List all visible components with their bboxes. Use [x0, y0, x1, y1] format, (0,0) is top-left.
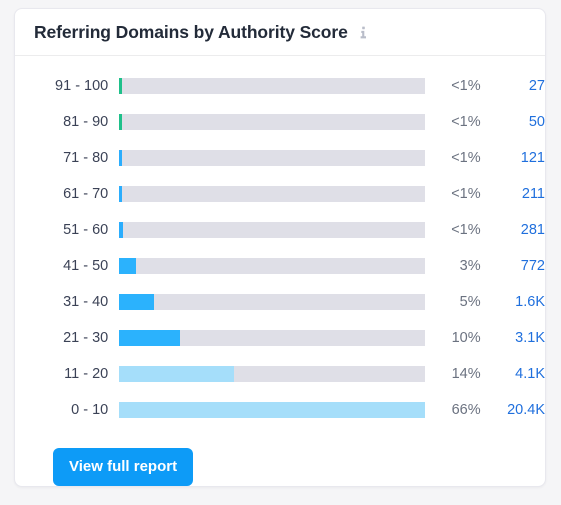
bar-fill [119, 366, 234, 382]
authority-range-label: 21 - 30 [63, 330, 109, 346]
share-percent-label: <1% [451, 78, 481, 94]
authority-range-label: 51 - 60 [63, 222, 109, 238]
domain-count-link[interactable]: 211 [490, 186, 545, 202]
domain-count-link[interactable]: 121 [490, 150, 545, 166]
authority-range-label: 91 - 100 [55, 78, 109, 94]
view-full-report-button[interactable]: View full report [53, 448, 194, 486]
authority-range-label: 11 - 20 [64, 366, 109, 382]
bar-track [119, 402, 425, 418]
share-percent-label: 5% [459, 294, 481, 310]
bar-fill [119, 258, 137, 274]
bar-track [119, 150, 425, 166]
bar-fill [119, 402, 425, 418]
chart-row: 71 - 80 <1% 121 [15, 140, 545, 176]
bar-track [119, 330, 425, 346]
authority-range-label: 61 - 70 [63, 186, 109, 202]
bar-track [119, 294, 425, 310]
page-title: Referring Domains by Authority Score [34, 21, 348, 42]
share-percent-label: <1% [451, 222, 481, 238]
authority-range-label: 41 - 50 [63, 258, 109, 274]
share-percent-label: 10% [451, 330, 481, 346]
chart-row: 21 - 30 10% 3.1K [15, 320, 545, 356]
domain-count-link[interactable]: 20.4K [490, 402, 545, 418]
share-percent-label: 14% [451, 366, 481, 382]
share-percent-label: 3% [459, 258, 481, 274]
bar-fill [119, 78, 123, 94]
authority-score-bar-chart: 91 - 100 <1% 27 81 - 90 <1% 50 71 - 80 <1% 121 61… [15, 56, 545, 428]
authority-range-label: 81 - 90 [63, 114, 109, 130]
domain-count-link[interactable]: 50 [490, 114, 545, 130]
card-footer: View full report [15, 428, 545, 486]
share-percent-label: <1% [451, 114, 481, 130]
authority-range-label: 0 - 10 [71, 402, 109, 418]
info-icon[interactable] [357, 25, 371, 39]
chart-row: 11 - 20 14% 4.1K [15, 356, 545, 392]
chart-row: 81 - 90 <1% 50 [15, 104, 545, 140]
bar-track [119, 114, 425, 130]
bar-fill [119, 294, 155, 310]
domain-count-link[interactable]: 772 [490, 258, 545, 274]
bar-fill [119, 114, 123, 130]
domain-count-link[interactable]: 27 [490, 78, 545, 94]
domain-count-link[interactable]: 4.1K [490, 366, 545, 382]
chart-row: 91 - 100 <1% 27 [15, 68, 545, 104]
bar-track [119, 186, 425, 202]
bar-track [119, 258, 425, 274]
card-header: Referring Domains by Authority Score [15, 9, 545, 56]
chart-row: 41 - 50 3% 772 [15, 248, 545, 284]
bar-track [119, 222, 425, 238]
chart-row: 0 - 10 66% 20.4K [15, 392, 545, 428]
share-percent-label: <1% [451, 150, 481, 166]
chart-row: 51 - 60 <1% 281 [15, 212, 545, 248]
chart-row: 31 - 40 5% 1.6K [15, 284, 545, 320]
chart-row: 61 - 70 <1% 211 [15, 176, 545, 212]
share-percent-label: 66% [451, 402, 481, 418]
bar-track [119, 78, 425, 94]
authority-range-label: 31 - 40 [63, 294, 109, 310]
authority-range-label: 71 - 80 [63, 150, 109, 166]
bar-track [119, 366, 425, 382]
domain-count-link[interactable]: 3.1K [490, 330, 545, 346]
bar-fill [119, 150, 123, 166]
referring-domains-card: Referring Domains by Authority Score 91 … [14, 8, 546, 487]
bar-fill [119, 186, 123, 202]
domain-count-link[interactable]: 1.6K [490, 294, 545, 310]
share-percent-label: <1% [451, 186, 481, 202]
bar-fill [119, 222, 123, 238]
bar-fill [119, 330, 181, 346]
domain-count-link[interactable]: 281 [490, 222, 545, 238]
